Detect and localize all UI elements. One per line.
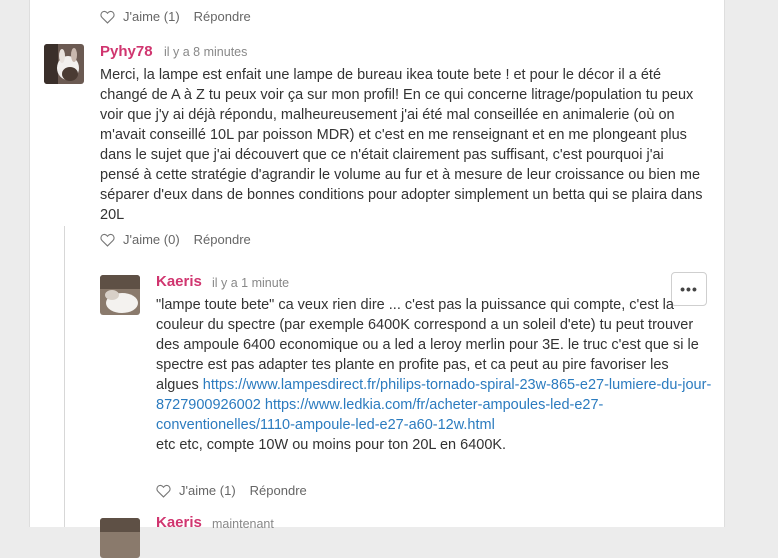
reply-time: maintenant [212,517,274,531]
avatar-image [44,44,84,84]
comment-actions: J'aime (0) Répondre [100,232,251,247]
reply-actions: J'aime (1) Répondre [156,483,307,498]
reply-button[interactable]: Répondre [194,9,251,24]
reply-tail: etc etc, compte 10W ou moins pour ton 20… [156,437,507,453]
reply-author[interactable]: Kaeris [156,273,202,290]
like-label: J'aime (1) [123,9,180,24]
heart-icon [100,233,115,247]
like-label: J'aime (0) [123,232,180,247]
avatar-image [100,518,140,558]
comment-body: Merci, la lampe est enfait une lampe de … [100,67,703,223]
heart-icon [100,10,115,24]
comment-text: Merci, la lampe est enfait une lampe de … [100,65,706,225]
comment-time: il y a 8 minutes [164,45,248,59]
reply-button[interactable]: Répondre [194,232,251,247]
reply-time: il y a 1 minute [212,276,290,290]
reply-button[interactable]: Répondre [250,483,307,498]
like-label: J'aime (1) [179,483,236,498]
reply-author[interactable]: Kaeris [156,514,202,531]
heart-icon [156,484,171,498]
avatar[interactable] [100,275,140,315]
reply-text: "lampe toute bete" ca veux rien dire ...… [156,295,712,455]
like-button[interactable]: J'aime (1) [156,483,236,498]
comment-author[interactable]: Pyhy78 [100,43,153,60]
avatar-image [100,275,140,315]
avatar[interactable] [100,518,140,558]
previous-comment-actions: J'aime (1) Répondre [100,9,251,24]
avatar[interactable] [44,44,84,84]
like-button[interactable]: J'aime (1) [100,9,180,24]
thread-line [64,226,65,527]
like-button[interactable]: J'aime (0) [100,232,180,247]
